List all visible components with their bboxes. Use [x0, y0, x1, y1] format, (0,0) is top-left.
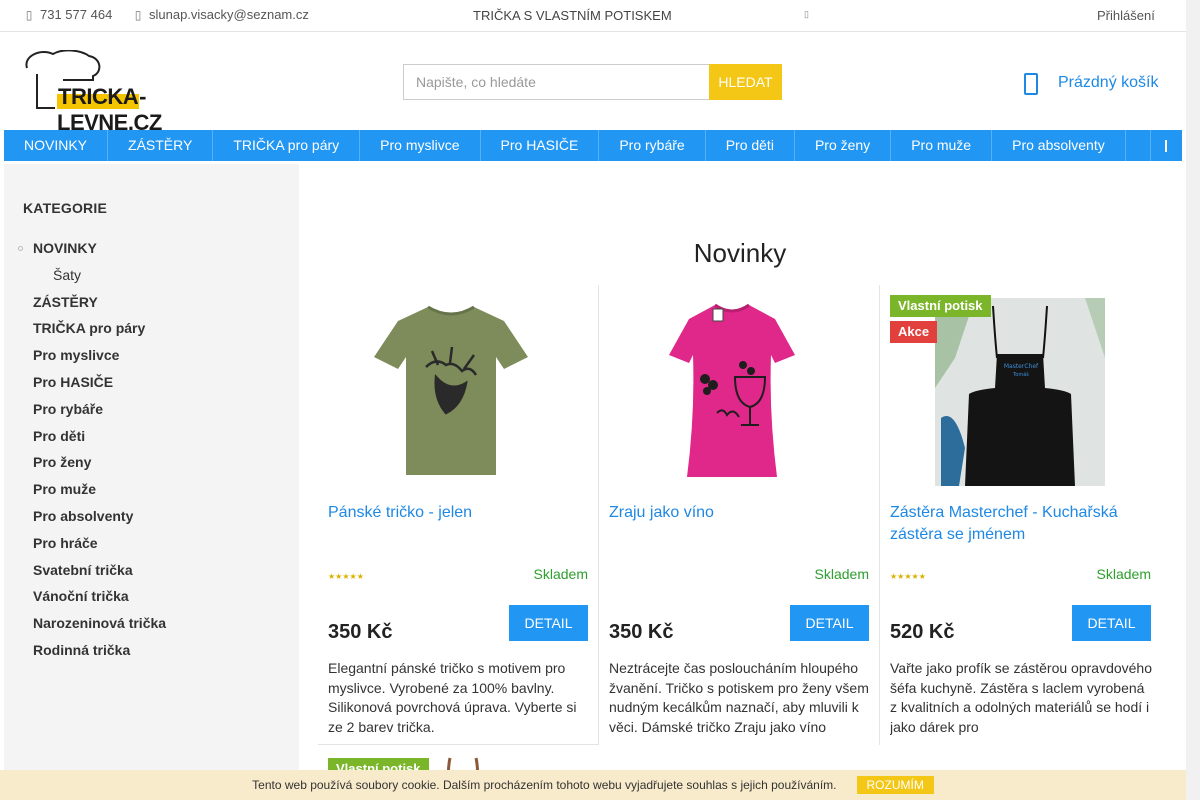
category-subitem[interactable]: Šaty	[33, 267, 166, 294]
nav-item-pro-hasice[interactable]: Pro HASIČE	[481, 130, 600, 161]
cookie-accept-button[interactable]: ROZUMÍM	[856, 776, 934, 794]
email-contact[interactable]: ▯ slunap.visacky@seznam.cz	[133, 7, 309, 22]
rating-stars: ★★★★★	[890, 572, 926, 581]
detail-button[interactable]: DETAIL	[509, 605, 588, 641]
login-link[interactable]: Přihlášení	[1097, 8, 1155, 23]
main-content: Novinky Pánské tričko - jelen ★★★★★ Skla…	[299, 164, 1186, 800]
category-item[interactable]: Pro rybáře	[33, 401, 166, 428]
main-navigation: NOVINKY ZÁSTĚRY TRIČKA pro páry Pro mysl…	[4, 130, 1182, 161]
nav-item-pro-deti[interactable]: Pro děti	[706, 130, 795, 161]
category-item[interactable]: TRIČKA pro páry	[33, 320, 166, 347]
category-item[interactable]: Pro hráče	[33, 535, 166, 562]
nav-item-novinky[interactable]: NOVINKY	[4, 130, 109, 161]
category-item[interactable]: Narozeninová trička	[33, 615, 166, 642]
site-logo[interactable]: TRICKA-LEVNE.CZ	[23, 50, 225, 135]
product-card: Pánské tričko - jelen ★★★★★ Skladem 350 …	[318, 285, 599, 745]
product-description: Elegantní pánské tričko s motivem pro my…	[328, 660, 577, 735]
top-bar: ▯ 731 577 464 ▯ slunap.visacky@seznam.cz…	[0, 0, 1186, 32]
search-input[interactable]	[403, 64, 709, 100]
category-item[interactable]: Pro ženy	[33, 454, 166, 481]
svg-text:MasterChef: MasterChef	[1004, 363, 1039, 370]
product-image-tshirt-deer[interactable]	[366, 295, 536, 487]
category-item[interactable]: ZÁSTĚRY	[33, 294, 166, 321]
product-price: 520 Kč	[890, 621, 955, 643]
product-name[interactable]: Zástěra Masterchef - Kuchařská zástěra s…	[890, 502, 1152, 546]
email-address[interactable]: slunap.visacky@seznam.cz	[149, 7, 309, 22]
search-form: HLEDAT	[403, 64, 782, 100]
detail-button[interactable]: DETAIL	[790, 605, 869, 641]
category-item[interactable]: Rodinná trička	[33, 642, 166, 669]
banner-icon: ▯	[804, 9, 809, 19]
svg-text:Tomáš: Tomáš	[1012, 371, 1029, 378]
product-price: 350 Kč	[609, 621, 674, 643]
logo-text-highlight: TRICKA	[57, 84, 140, 109]
cookie-text: Tento web používá soubory cookie. Dalším…	[252, 778, 837, 792]
category-item[interactable]: Pro děti	[33, 428, 166, 455]
product-grid: Pánské tričko - jelen ★★★★★ Skladem 350 …	[318, 285, 1161, 745]
category-list: NOVINKY Šaty ZÁSTĚRY TRIČKA pro páry Pro…	[17, 240, 166, 669]
nav-item-pro-absolventy[interactable]: Pro absolventy	[992, 130, 1126, 161]
badge-custom-print: Vlastní potisk	[890, 295, 991, 317]
phone-number[interactable]: 731 577 464	[40, 7, 112, 22]
category-item[interactable]: Vánoční trička	[33, 588, 166, 615]
phone-contact[interactable]: ▯ 731 577 464	[24, 7, 113, 22]
product-description: Neztrácejte čas posloucháním hloupého žv…	[609, 660, 869, 735]
product-card: Zraju jako víno Skladem 350 Kč DETAIL Ne…	[599, 285, 880, 745]
cart-link[interactable]: Prázdný košík	[1024, 72, 1158, 95]
sidebar-title: KATEGORIE	[23, 200, 107, 216]
nav-item-pro-rybare[interactable]: Pro rybáře	[599, 130, 706, 161]
stock-status: Skladem	[533, 566, 588, 582]
product-price: 350 Kč	[328, 621, 393, 643]
nav-item-pro-myslivce[interactable]: Pro myslivce	[360, 130, 481, 161]
menu-icon	[1164, 139, 1169, 152]
category-item[interactable]: NOVINKY	[17, 240, 166, 267]
stock-status: Skladem	[1096, 566, 1151, 582]
nav-more-button[interactable]	[1150, 130, 1182, 161]
detail-button[interactable]: DETAIL	[1072, 605, 1151, 641]
nav-item-tricka-pro-pary[interactable]: TRIČKA pro páry	[213, 130, 361, 161]
badge-sale: Akce	[890, 321, 938, 343]
stock-status: Skladem	[814, 566, 869, 582]
nav-item-pro-zeny[interactable]: Pro ženy	[795, 130, 892, 161]
product-name[interactable]: Zraju jako víno	[609, 502, 869, 524]
page-scrollbar[interactable]	[1186, 0, 1200, 800]
phone-icon: ▯	[25, 7, 33, 22]
category-item[interactable]: Pro absolventy	[33, 508, 166, 535]
page-title: Novinky	[693, 238, 787, 268]
product-name[interactable]: Pánské tričko - jelen	[328, 502, 588, 524]
top-banner: TRIČKA S VLASTNÍM POTISKEM	[473, 8, 672, 23]
logo-text: TRICKA-LEVNE.CZ	[57, 84, 225, 136]
category-item[interactable]: Pro HASIČE	[33, 374, 166, 401]
product-image-apron[interactable]: MasterChef Tomáš	[935, 298, 1105, 486]
cookie-bar: Tento web používá soubory cookie. Dalším…	[0, 770, 1186, 800]
rating-stars: ★★★★★	[328, 572, 364, 581]
category-sidebar: KATEGORIE NOVINKY Šaty ZÁSTĚRY TRIČKA pr…	[4, 164, 299, 800]
header: TRICKA-LEVNE.CZ HLEDAT Prázdný košík	[0, 32, 1186, 135]
cart-label[interactable]: Prázdný košík	[1058, 74, 1158, 92]
category-item[interactable]: Svatební trička	[33, 562, 166, 589]
search-button[interactable]: HLEDAT	[709, 64, 782, 100]
product-image-tshirt-wine[interactable]	[647, 295, 817, 487]
nav-item-pro-muze[interactable]: Pro muže	[891, 130, 993, 161]
category-item[interactable]: Pro muže	[33, 481, 166, 508]
product-card: MasterChef Tomáš Vlastní potisk Akce Zás…	[880, 285, 1161, 745]
mail-icon: ▯	[134, 7, 142, 22]
cart-icon	[1024, 73, 1038, 95]
product-description: Vařte jako profík se zástěrou opravdovéh…	[890, 660, 1152, 735]
category-item[interactable]: Pro myslivce	[33, 347, 166, 374]
nav-item-zastery[interactable]: ZÁSTĚRY	[108, 130, 214, 161]
